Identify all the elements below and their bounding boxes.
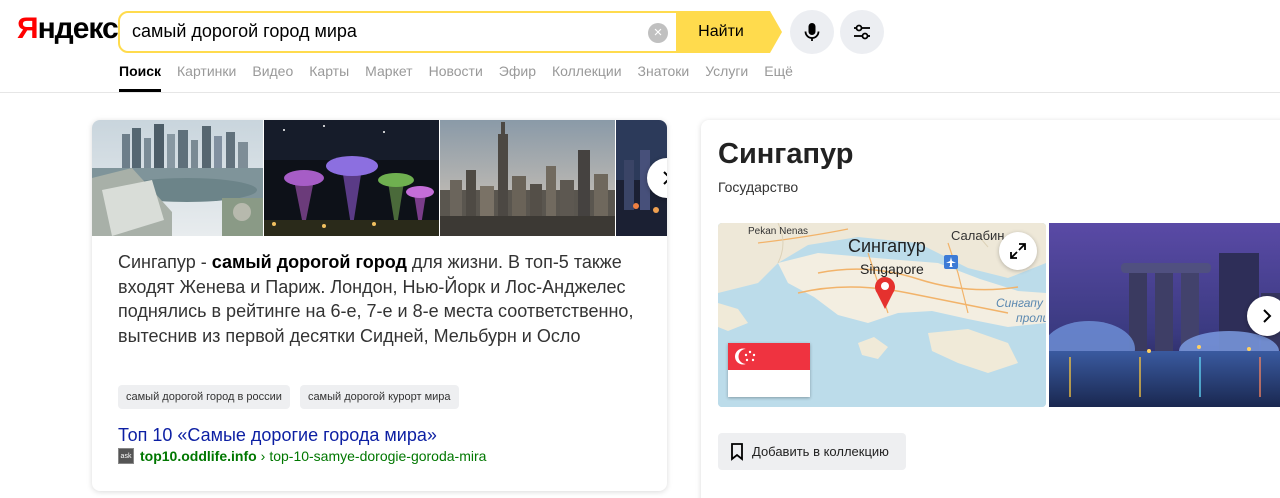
clear-icon[interactable]: × bbox=[648, 23, 668, 43]
chevron-right-icon bbox=[1263, 309, 1272, 323]
tab-search[interactable]: Поиск bbox=[119, 62, 162, 92]
chevron-right-icon bbox=[663, 171, 667, 185]
tab-efir[interactable]: Эфир bbox=[499, 62, 536, 92]
tab-news[interactable]: Новости bbox=[429, 62, 483, 92]
tab-more[interactable]: Ещё bbox=[764, 62, 793, 92]
map-city-ru: Сингапур bbox=[848, 236, 926, 256]
url-domain[interactable]: top10.oddlife.info bbox=[140, 448, 257, 464]
url-path[interactable]: top-10-samye-dorogie-goroda-mira bbox=[269, 448, 486, 464]
entity-carousel-next-button[interactable] bbox=[1247, 296, 1280, 336]
find-button-label: Найти bbox=[698, 23, 744, 40]
flag-image bbox=[728, 343, 810, 397]
image-thumbnail[interactable] bbox=[440, 120, 615, 236]
header-divider bbox=[0, 92, 1280, 93]
image-thumbnail[interactable] bbox=[264, 120, 439, 236]
related-queries: самый дорогой город в россии самый дорог… bbox=[118, 385, 459, 409]
airport-icon bbox=[944, 255, 958, 269]
singapore-flag bbox=[728, 343, 810, 397]
image-thumbnail[interactable] bbox=[92, 120, 263, 236]
url-separator: › bbox=[260, 448, 266, 464]
marina-bay-photo bbox=[1049, 223, 1280, 407]
tab-images[interactable]: Картинки bbox=[177, 62, 236, 92]
sliders-icon bbox=[854, 24, 870, 40]
entity-subtitle: Государство bbox=[718, 179, 799, 195]
search-settings-button[interactable] bbox=[840, 10, 884, 54]
map-label-pekan: Pekan Nenas bbox=[748, 226, 809, 237]
entity-photo[interactable] bbox=[1049, 223, 1280, 407]
map-pin-icon bbox=[875, 277, 895, 309]
entity-map[interactable]: Pekan Nenas Салабин Сингапур Singapore С… bbox=[718, 223, 1046, 407]
snippet-prefix: Сингапур - bbox=[118, 252, 212, 272]
map-label-strait-2: проли bbox=[1016, 311, 1046, 325]
map-label-salabin: Салабин bbox=[951, 228, 1005, 243]
result-url[interactable]: ask top10.oddlife.info › top-10-samye-do… bbox=[118, 448, 486, 464]
featured-snippet-card: Сингапур - самый дорогой город для жизни… bbox=[92, 120, 667, 491]
find-button[interactable]: Найти bbox=[676, 11, 782, 53]
map-expand-button[interactable] bbox=[999, 232, 1037, 270]
microphone-icon bbox=[804, 23, 820, 41]
result-title-link[interactable]: Топ 10 «Самые дорогие города мира» bbox=[118, 425, 437, 446]
tab-collections[interactable]: Коллекции bbox=[552, 62, 622, 92]
tab-market[interactable]: Маркет bbox=[365, 62, 412, 92]
map-label-strait: Сингапу bbox=[996, 296, 1043, 310]
tab-services[interactable]: Услуги bbox=[705, 62, 748, 92]
add-to-collection-label: Добавить в коллекцию bbox=[752, 444, 889, 459]
snippet-text: Сингапур - самый дорогой город для жизни… bbox=[118, 250, 648, 348]
image-carousel bbox=[92, 120, 667, 236]
entity-card: Сингапур Государство Pekan Nenas Салабин… bbox=[701, 120, 1280, 498]
add-to-collection-button[interactable]: Добавить в коллекцию bbox=[718, 433, 906, 470]
logo-first-letter: Я bbox=[17, 12, 39, 45]
logo-rest: ндекс bbox=[37, 12, 119, 45]
site-favicon: ask bbox=[118, 448, 134, 464]
yandex-logo[interactable]: Яндекс bbox=[17, 12, 119, 46]
entity-title: Сингапур bbox=[718, 138, 854, 170]
related-query-chip[interactable]: самый дорогой курорт мира bbox=[299, 385, 459, 409]
search-box: × bbox=[118, 11, 678, 53]
search-tabs: Поиск Картинки Видео Карты Маркет Новост… bbox=[119, 62, 809, 92]
bookmark-icon bbox=[731, 443, 743, 461]
expand-icon bbox=[1010, 243, 1026, 259]
tab-experts[interactable]: Знатоки bbox=[638, 62, 690, 92]
tab-video[interactable]: Видео bbox=[252, 62, 293, 92]
related-query-chip[interactable]: самый дорогой город в россии bbox=[118, 385, 290, 409]
microphone-button[interactable] bbox=[790, 10, 834, 54]
snippet-highlight: самый дорогой город bbox=[211, 252, 407, 272]
search-input[interactable] bbox=[132, 21, 632, 42]
tab-maps[interactable]: Карты bbox=[309, 62, 349, 92]
